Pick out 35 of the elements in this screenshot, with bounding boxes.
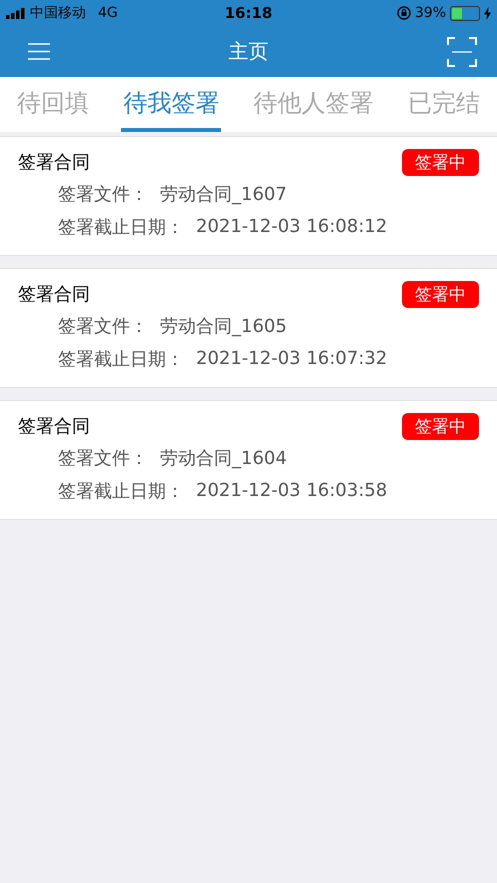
battery-icon xyxy=(450,6,480,20)
card-title: 签署合同 xyxy=(18,151,90,174)
signal-icon xyxy=(6,8,26,18)
rotation-lock-icon xyxy=(396,6,411,20)
contract-card[interactable]: 签署合同 签署中 签署文件： 劳动合同_1605 签署截止日期： 2021-12-03 16:07:32 xyxy=(0,268,497,388)
field-label: 签署文件： xyxy=(58,182,148,206)
tab[interactable]: 待回填 xyxy=(15,77,92,132)
status-badge: 签署中 xyxy=(402,280,479,308)
field-label: 签署文件： xyxy=(58,314,148,338)
tab[interactable]: 已完结 xyxy=(406,77,482,132)
contract-card[interactable]: 签署合同 签署中 签署文件： 劳动合同_1607 签署截止日期： 2021-12-03 16:08:12 xyxy=(0,136,497,256)
card-title: 签署合同 xyxy=(18,415,90,438)
network-type: 4G xyxy=(98,5,118,21)
deadline-value: 2021-12-03 16:08:12 xyxy=(196,216,388,237)
tab[interactable]: 待我签署 xyxy=(121,77,222,132)
file-name: 劳动合同_1605 xyxy=(160,314,287,338)
field-label: 签署文件： xyxy=(58,446,148,470)
field-label: 签署截止日期： xyxy=(58,480,184,502)
carrier-name: 中国移动 xyxy=(30,4,86,22)
field-label: 签署截止日期： xyxy=(58,216,184,238)
field-label: 签署截止日期： xyxy=(58,348,184,370)
battery-percent: 39% xyxy=(414,5,446,21)
menu-button[interactable] xyxy=(28,43,50,60)
status-badge: 签署中 xyxy=(402,148,479,176)
status-badge: 签署中 xyxy=(402,412,479,440)
card-title: 签署合同 xyxy=(18,283,90,306)
contract-card[interactable]: 签署合同 签署中 签署文件： 劳动合同_1604 签署截止日期： 2021-12-03 16:03:58 xyxy=(0,400,497,520)
status-time: 16:18 xyxy=(224,4,272,22)
page-title: 主页 xyxy=(228,38,268,65)
file-name: 劳动合同_1607 xyxy=(160,182,287,206)
tab[interactable]: 待他人签署 xyxy=(252,77,376,132)
file-name: 劳动合同_1604 xyxy=(160,446,287,470)
scan-button[interactable] xyxy=(447,36,477,66)
deadline-value: 2021-12-03 16:07:32 xyxy=(196,348,388,369)
deadline-value: 2021-12-03 16:03:58 xyxy=(196,480,388,501)
